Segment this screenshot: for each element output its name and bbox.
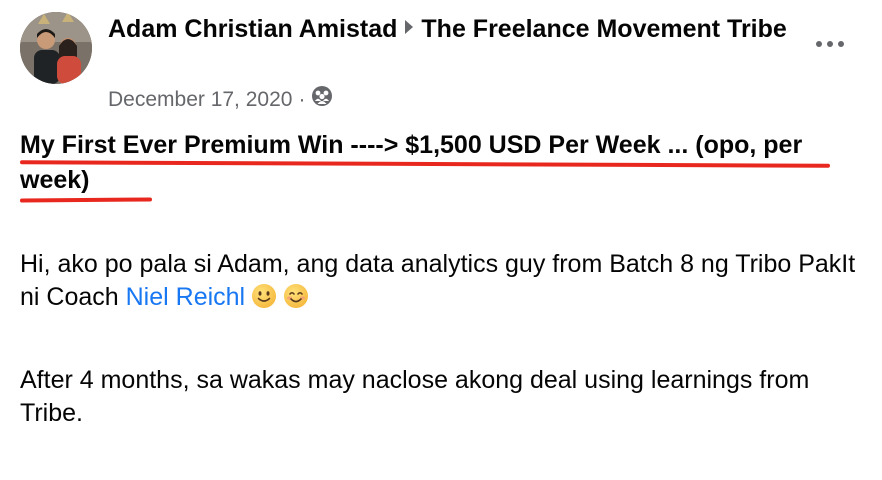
caret-right-icon xyxy=(405,20,414,34)
slightly-smiling-face-icon xyxy=(251,283,277,309)
facebook-group-post: Adam Christian Amistad The Freelance Move… xyxy=(0,0,882,480)
post-paragraph: After 4 months, sa wakas may naclose ako… xyxy=(20,366,810,427)
author-avatar[interactable] xyxy=(20,12,92,84)
avatar-photo xyxy=(20,12,92,84)
post-timestamp[interactable]: December 17, 2020 xyxy=(108,86,292,114)
post-paragraph: Hi, ako po pala si Adam, ang data analyt… xyxy=(20,248,860,314)
mention-link[interactable]: Niel Reichl xyxy=(126,283,245,311)
group-members-icon xyxy=(311,85,333,115)
more-options-button[interactable] xyxy=(810,30,850,58)
more-dots-icon xyxy=(816,41,822,47)
meta-separator: · xyxy=(298,87,306,111)
group-name[interactable]: The Freelance Movement Tribe xyxy=(421,15,786,43)
post-header: Adam Christian Amistad The Freelance Move… xyxy=(108,12,798,46)
smiling-face-with-smiling-eyes-icon xyxy=(283,283,309,309)
post-meta: December 17, 2020 · xyxy=(108,84,333,115)
highlight-underline xyxy=(19,197,153,203)
author-name[interactable]: Adam Christian Amistad xyxy=(108,15,397,43)
